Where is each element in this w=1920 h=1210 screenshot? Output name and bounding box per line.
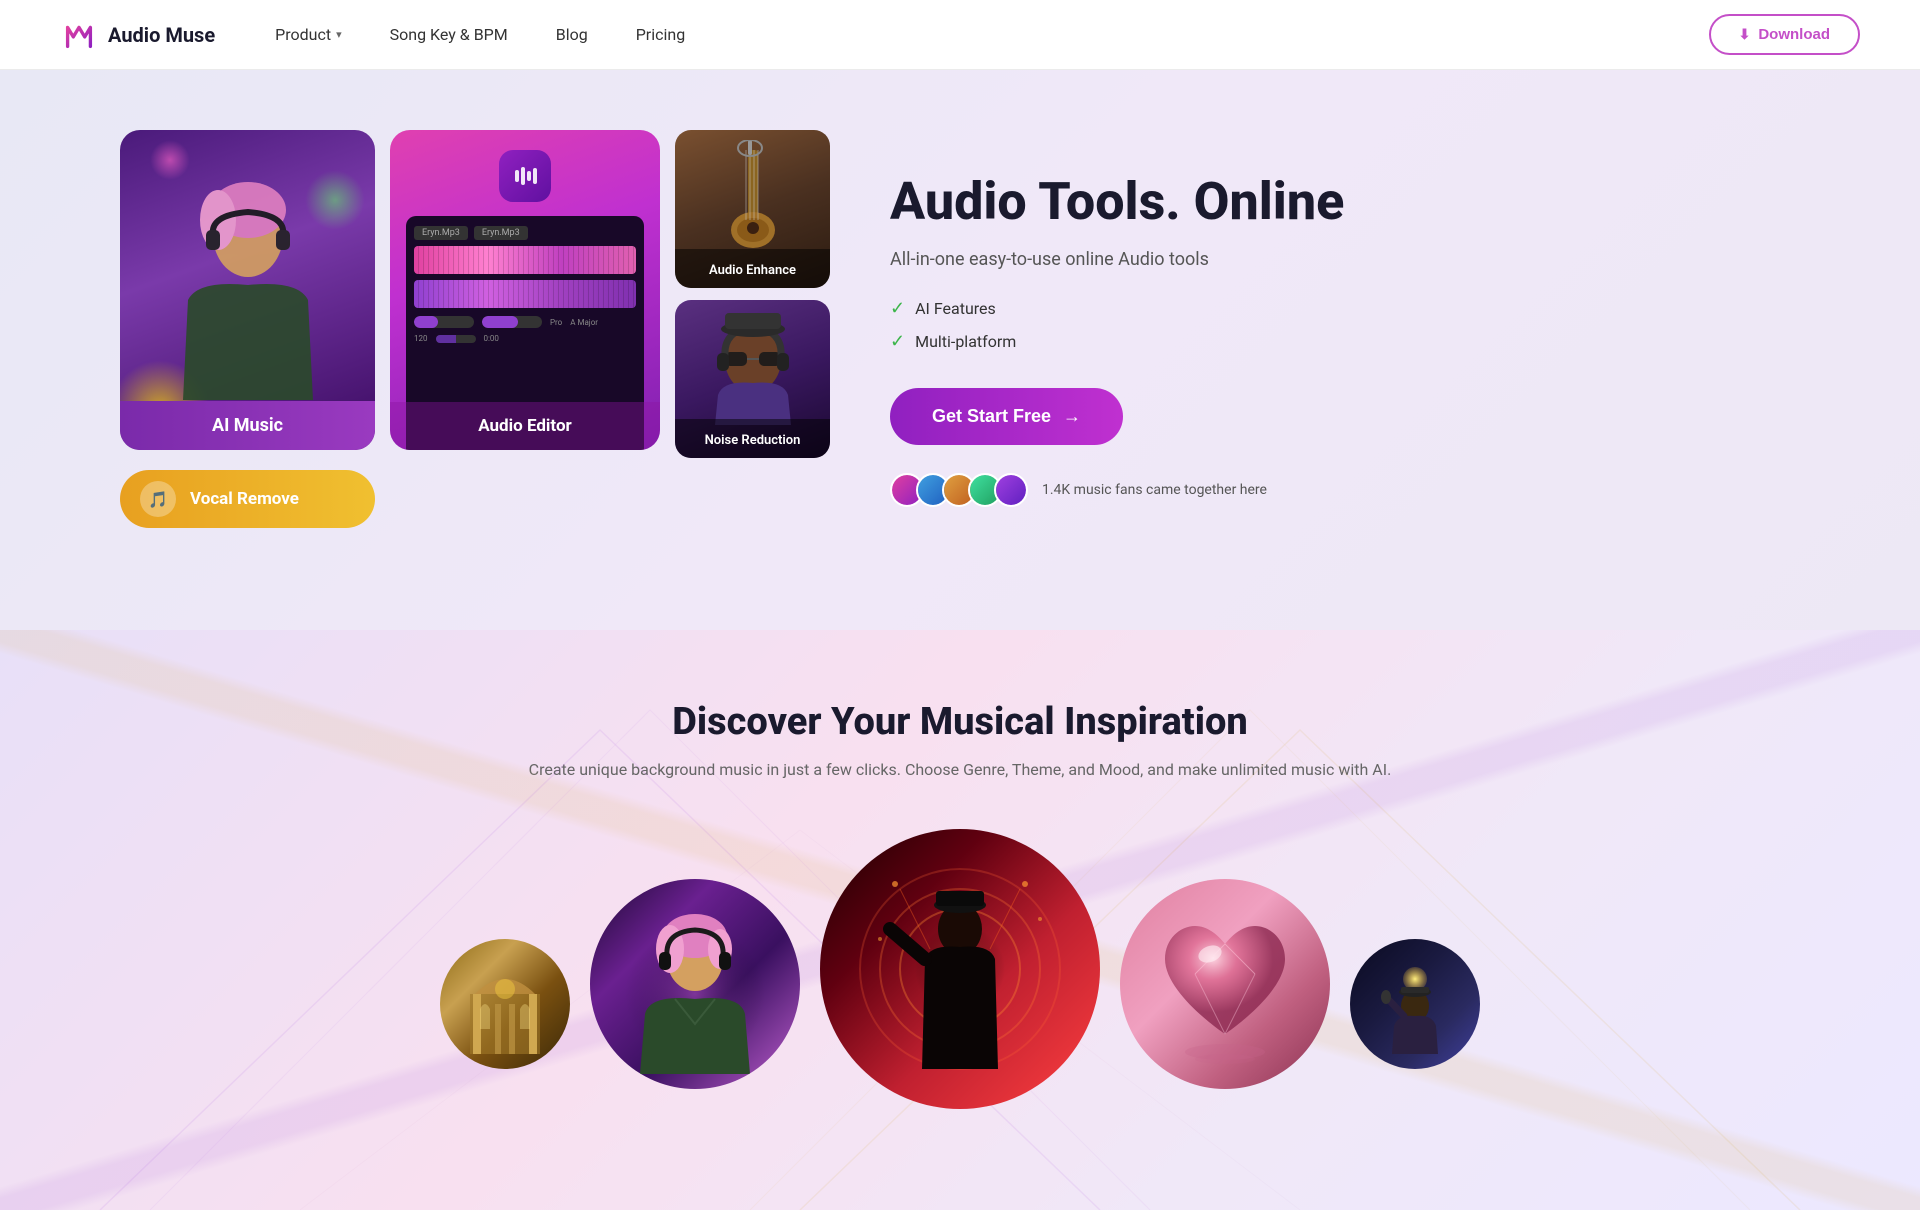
vocal-remove-label: Vocal Remove [190,489,299,509]
microphone-icon [708,140,798,250]
check-icon-ai: ✓ [890,298,905,319]
nav-pricing[interactable]: Pricing [636,25,686,44]
chevron-down-icon: ▾ [336,28,342,41]
download-icon: ⬇ [1739,26,1751,43]
discover-section: Discover Your Musical Inspiration Create… [0,630,1920,1210]
red-man-icon [840,839,1080,1099]
hero-section: AI Music 🎵 Vocal Remove [0,70,1920,630]
cta-button[interactable]: Get Start Free → [890,388,1123,445]
nav-links: Product ▾ Song Key & BPM Blog Pricing [275,25,1708,44]
audio-editor-label: Audio Editor [478,416,572,436]
navbar: Audio Muse Product ▾ Song Key & BPM Blog… [0,0,1920,70]
ai-music-card[interactable]: AI Music [120,130,375,450]
pink-singer-icon [615,894,775,1074]
circle-pink-singer[interactable] [590,879,800,1089]
circle-red-man[interactable] [820,829,1100,1109]
nav-song-key[interactable]: Song Key & BPM [390,25,508,44]
circle-cathedral[interactable] [440,939,570,1069]
audio-enhance-label: Audio Enhance [709,263,796,278]
audio-editor-card[interactable]: Eryn.Mp3 Eryn.Mp3 [390,130,660,450]
feature-list: ✓ AI Features ✓ Multi-platform [890,298,1440,352]
cathedral-icon [465,954,545,1054]
arrow-icon: → [1063,406,1081,427]
audio-enhance-card[interactable]: Audio Enhance [675,130,830,288]
hero-content: Audio Tools. Online All-in-one easy-to-u… [890,173,1440,506]
logo-text: Audio Muse [108,23,215,47]
social-proof: 1.4K music fans came together here [890,473,1440,507]
avatar-stack [890,473,1028,507]
nav-product[interactable]: Product ▾ [275,25,341,44]
download-button[interactable]: ⬇ Download [1709,14,1860,55]
audio-editor-icon [499,150,551,202]
vocal-icon: 🎵 [140,481,176,517]
feature-multiplatform: ✓ Multi-platform [890,331,1440,352]
music-circles-container [60,829,1860,1109]
discover-subtitle: Create unique background music in just a… [60,760,1860,779]
circle-heart[interactable] [1120,879,1330,1089]
logo[interactable]: Audio Muse [60,16,215,54]
nav-right: ⬇ Download [1709,14,1860,55]
check-icon-platform: ✓ [890,331,905,352]
logo-icon [60,16,98,54]
feature-ai: ✓ AI Features [890,298,1440,319]
feature-cards-container: AI Music 🎵 Vocal Remove [120,130,810,550]
heart-icon [1145,904,1305,1064]
social-proof-text: 1.4K music fans came together here [1042,482,1267,498]
ai-music-person [158,180,338,400]
hero-title: Audio Tools. Online [890,173,1440,230]
ai-music-label: AI Music [212,415,283,436]
hero-subtitle: All-in-one easy-to-use online Audio tool… [890,249,1440,270]
nav-blog[interactable]: Blog [556,25,588,44]
vocal-remove-card[interactable]: 🎵 Vocal Remove [120,470,375,528]
avatar-5 [994,473,1028,507]
discover-title: Discover Your Musical Inspiration [60,700,1860,744]
performer-icon [1370,954,1460,1054]
noise-reduction-label: Noise Reduction [705,433,801,448]
headphones-person [703,305,803,425]
noise-reduction-card[interactable]: Noise Reduction [675,300,830,458]
circle-performer[interactable] [1350,939,1480,1069]
